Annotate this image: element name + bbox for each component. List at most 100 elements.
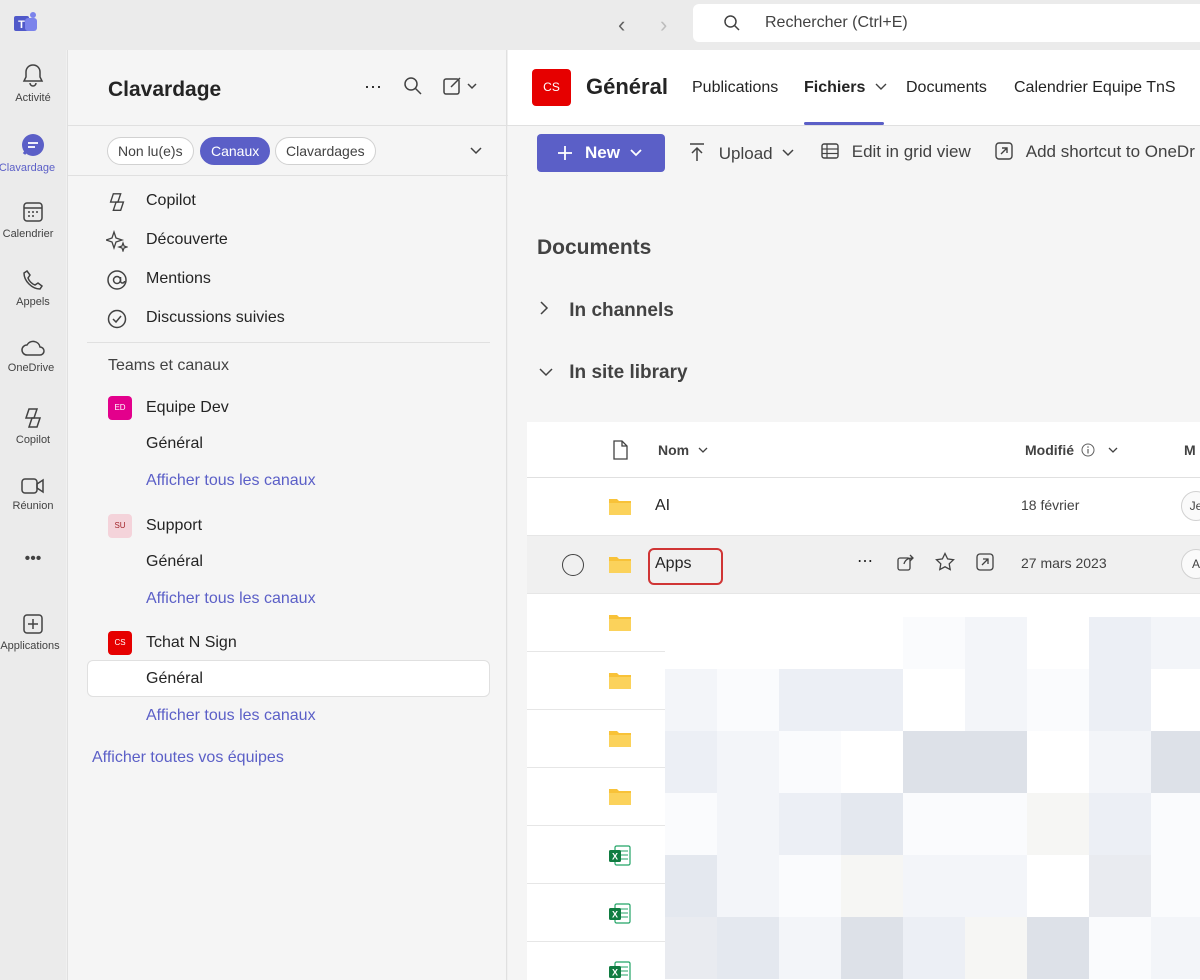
panel-title: Clavardage [108, 78, 222, 101]
show-all-channels-link[interactable]: Afficher tous les canaux [146, 472, 316, 490]
column-modified-label: Modifié [1025, 442, 1074, 458]
chevron-down-icon [875, 83, 887, 90]
add-shortcut-button[interactable]: Add shortcut to OneDr [995, 142, 1195, 162]
redacted-content-overlay [665, 617, 1200, 980]
team-avatar: CS [108, 631, 132, 655]
divider [68, 125, 508, 126]
copilot-icon [24, 408, 42, 428]
column-modified[interactable]: Modifié [1025, 442, 1119, 458]
channel-avatar: CS [532, 69, 571, 106]
rail-label: Copilot [15, 434, 51, 446]
add-shortcut-label: Add shortcut to OneDr [1025, 142, 1195, 161]
excel-file-icon: X [609, 845, 631, 866]
channel-general-selected[interactable]: Général [146, 670, 203, 688]
show-all-channels-link[interactable]: Afficher tous les canaux [146, 590, 316, 608]
rail-label: OneDrive [7, 362, 55, 374]
documents-title: Documents [537, 236, 652, 259]
rail-more[interactable]: ••• [0, 550, 66, 568]
redaction-tile [841, 669, 903, 731]
search-box[interactable]: Rechercher (Ctrl+E) [693, 4, 1200, 42]
filter-chats[interactable]: Clavardages [275, 137, 376, 165]
redaction-tile [1027, 617, 1089, 669]
search-icon[interactable] [403, 76, 423, 101]
folder-icon [609, 789, 631, 805]
chevron-down-icon [1108, 447, 1118, 453]
nav-label: Mentions [146, 270, 211, 287]
redaction-tile [779, 731, 841, 793]
grid-view-button[interactable]: Edit in grid view [821, 142, 971, 162]
channel-general[interactable]: Général [146, 553, 203, 571]
redaction-tile [1027, 917, 1089, 979]
rail-chat[interactable]: Clavardage [0, 132, 66, 174]
back-arrow-icon[interactable]: ‹ [618, 12, 625, 38]
rail-activity[interactable]: Activité [0, 62, 66, 104]
copilot-icon [109, 193, 125, 211]
chevron-down-icon [539, 368, 553, 377]
rail-calls[interactable]: Appels [0, 268, 66, 308]
file-date: 27 mars 2023 [1021, 555, 1107, 571]
tab-files[interactable]: Fichiers [804, 79, 888, 97]
rail-apps[interactable]: Applications [0, 612, 66, 652]
section-teams-label: Teams et canaux [108, 357, 229, 374]
redaction-tile [1027, 731, 1089, 793]
redaction-tile [665, 917, 717, 979]
rail-copilot[interactable]: Copilot [0, 406, 66, 446]
forward-arrow-icon[interactable]: › [660, 12, 667, 38]
avatar: Je [1181, 491, 1200, 521]
more-options-icon[interactable]: ⋯ [364, 77, 382, 98]
phone-icon [23, 269, 44, 290]
tab-documents[interactable]: Documents [906, 79, 987, 97]
filter-channels[interactable]: Canaux [200, 137, 271, 165]
column-name[interactable]: Nom [658, 442, 709, 458]
folder-icon [609, 615, 631, 631]
file-date: 18 février [1021, 497, 1080, 513]
chevron-down-icon [630, 149, 642, 157]
upload-button[interactable]: Upload [688, 142, 795, 164]
team-avatar: SU [108, 514, 132, 538]
channel-title: Général [586, 74, 668, 99]
column-modified-by[interactable]: M [1184, 442, 1196, 458]
tree-in-channels[interactable]: In channels [538, 300, 674, 322]
redaction-tile [903, 617, 965, 669]
rail-label: Calendrier [2, 228, 54, 240]
rail-onedrive[interactable]: OneDrive [0, 338, 66, 374]
info-icon [1081, 443, 1095, 457]
redaction-tile [717, 793, 779, 855]
redaction-tile [779, 855, 841, 917]
favorite-star-icon[interactable] [935, 552, 955, 577]
folder-icon [609, 673, 631, 689]
rail-label: Appels [16, 296, 50, 308]
redaction-tile [841, 917, 903, 979]
channel-header: CS Général Publications Fichiers Documen… [508, 50, 1200, 126]
share-icon[interactable] [896, 552, 916, 577]
tree-label: In site library [569, 362, 688, 383]
tab-calendar-team[interactable]: Calendrier Equipe TnS [1014, 79, 1176, 97]
rail-label: Réunion [12, 500, 54, 512]
redaction-tile [665, 855, 717, 917]
rail-meeting[interactable]: Réunion [0, 476, 66, 512]
tab-publications[interactable]: Publications [692, 79, 778, 97]
chevron-down-icon [698, 447, 708, 453]
redaction-tile [1089, 617, 1151, 669]
new-button[interactable]: New [537, 134, 665, 172]
select-radio[interactable] [562, 554, 584, 576]
excel-file-icon: X [609, 903, 631, 924]
redaction-tile [779, 917, 841, 979]
add-shortcut-icon[interactable] [975, 552, 995, 577]
more-actions-icon[interactable]: ⋯ [857, 551, 873, 571]
svg-text:X: X [612, 852, 618, 862]
sparkle-icon [106, 230, 128, 252]
tree-in-site-library[interactable]: In site library [538, 362, 688, 384]
grid-view-label: Edit in grid view [851, 142, 971, 161]
rail-calendar[interactable]: Calendrier [0, 200, 66, 240]
filter-unread[interactable]: Non lu(e)s [107, 137, 194, 165]
show-all-teams-link[interactable]: Afficher toutes vos équipes [92, 749, 284, 767]
show-all-channels-link[interactable]: Afficher tous les canaux [146, 707, 316, 725]
channel-general[interactable]: Général [146, 435, 203, 453]
file-row-ai[interactable]: AI 18 février Je [527, 478, 1200, 536]
chevron-down-icon[interactable] [468, 142, 484, 163]
file-row-apps[interactable]: Apps ⋯ 27 mars 2023 A [527, 536, 1200, 594]
file-type-icon [613, 440, 628, 460]
compose-icon[interactable] [442, 76, 482, 101]
redaction-tile [779, 793, 841, 855]
